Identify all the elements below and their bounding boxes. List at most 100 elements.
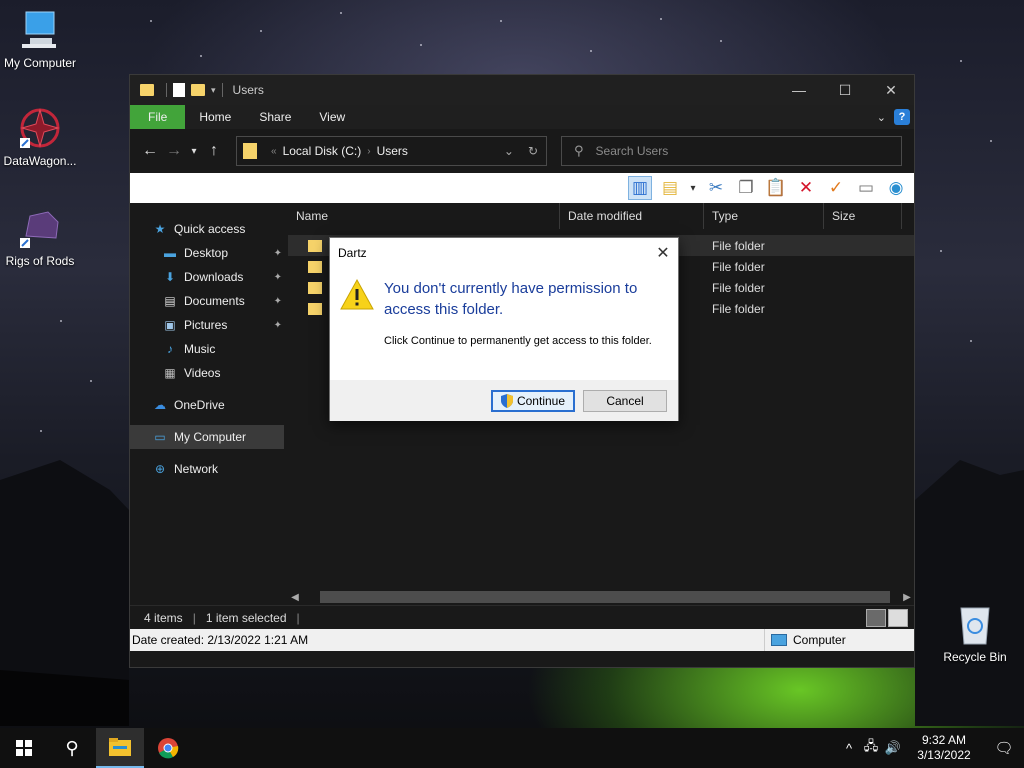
notification-icon[interactable]: 🗨 (984, 739, 1024, 757)
nav-label: OneDrive (174, 398, 225, 412)
download-icon: ⬇ (164, 270, 176, 284)
desktop-icon-recycle-bin[interactable]: Recycle Bin (935, 602, 1015, 664)
search-input[interactable]: ⚲ Search Users (561, 136, 902, 166)
desktop-icon-datawagon[interactable]: DataWagon... (0, 106, 80, 168)
taskbar-chrome[interactable] (144, 728, 192, 768)
item-type: File folder (712, 238, 765, 253)
minimize-button[interactable]: — (776, 75, 822, 105)
clock-date: 3/13/2022 (917, 748, 971, 762)
tab-file[interactable]: File (130, 105, 186, 129)
scroll-left-icon[interactable]: ◀ (288, 592, 302, 603)
nav-desktop[interactable]: ▬ Desktop ✦ (130, 241, 288, 265)
pin-icon[interactable]: ✦ (274, 296, 282, 307)
paste-icon[interactable]: 📋 (764, 176, 788, 200)
tab-share[interactable]: Share (245, 105, 305, 129)
network-icon[interactable]: 🖧 (860, 737, 882, 759)
pin-icon[interactable]: ✦ (274, 248, 282, 259)
column-type[interactable]: Type (704, 202, 824, 229)
breadcrumb-root[interactable]: Local Disk (C:) (283, 144, 362, 158)
horizontal-scrollbar[interactable]: ◀ ▶ (288, 589, 914, 605)
up-button[interactable]: ↑ (202, 142, 226, 160)
location-label: Computer (793, 633, 846, 647)
breadcrumb-current[interactable]: Users (377, 144, 408, 158)
desktop-icon-rigs-of-rods[interactable]: Rigs of Rods (0, 206, 80, 268)
quick-access-dropdown-icon[interactable]: ▾ (211, 85, 216, 96)
nav-onedrive[interactable]: ☁ OneDrive (130, 393, 288, 417)
desktop-icon-label: Recycle Bin (943, 650, 1007, 664)
properties-icon[interactable] (173, 83, 185, 97)
column-name[interactable]: Name (288, 202, 560, 229)
cut-icon[interactable]: ✂ (704, 176, 728, 200)
help-icon[interactable]: ? (894, 109, 910, 125)
folder-icon (308, 260, 322, 273)
clock-time: 9:32 AM (921, 733, 967, 747)
rename-icon[interactable]: ▭ (854, 176, 878, 200)
close-icon[interactable]: ✕ (648, 243, 678, 263)
nav-label: Music (184, 342, 216, 356)
warning-icon (340, 278, 374, 310)
forward-button[interactable]: → (162, 142, 186, 160)
toolbar: ▥ ▤ ▾ ✂ ❐ 📋 ✕ ✓ ▭ ◉ (130, 173, 914, 203)
copy-icon[interactable]: ❐ (734, 176, 758, 200)
folder-icon (308, 302, 322, 315)
permission-dialog: Dartz ✕ You don't currently have permiss… (329, 237, 679, 421)
search-button[interactable]: ⚲ (48, 728, 96, 768)
nav-pictures[interactable]: ▣ Pictures ✦ (130, 313, 288, 337)
tab-view[interactable]: View (305, 105, 359, 129)
globe-icon[interactable]: ◉ (884, 176, 908, 200)
music-icon: ♪ (167, 342, 173, 356)
dialog-title: Dartz (338, 246, 367, 260)
volume-icon[interactable]: 🔊 (882, 740, 904, 756)
nav-documents[interactable]: ▤ Documents ✦ (130, 289, 288, 313)
nav-network[interactable]: ⊕ Network (130, 457, 288, 481)
nav-downloads[interactable]: ⬇ Downloads ✦ (130, 265, 288, 289)
new-folder-icon[interactable]: ▤ (658, 176, 682, 200)
nav-my-computer[interactable]: ▭ My Computer (130, 425, 288, 449)
nav-music[interactable]: ♪ Music (130, 337, 288, 361)
column-size[interactable]: Size (824, 202, 902, 229)
delete-icon[interactable]: ✕ (794, 176, 818, 200)
pin-icon[interactable]: ✦ (274, 272, 282, 283)
cloud-icon: ☁ (154, 398, 166, 412)
refresh-icon[interactable]: ↻ (528, 144, 538, 158)
address-bar[interactable]: « Local Disk (C:) › Users ⌄ ↻ (236, 136, 547, 166)
dialog-title-bar[interactable]: Dartz ✕ (330, 238, 678, 268)
tab-home[interactable]: Home (185, 105, 245, 129)
date-created: Date created: 2/13/2022 1:21 AM (132, 633, 309, 647)
title-bar[interactable]: ▾ Users — ☐ ✕ (130, 75, 914, 105)
back-button[interactable]: ← (138, 142, 162, 160)
chevron-up-icon[interactable]: ^ (838, 741, 860, 756)
desktop-icon-label: Rigs of Rods (5, 254, 75, 268)
large-icons-view-button[interactable] (888, 608, 908, 627)
checkmark-icon[interactable]: ✓ (824, 176, 848, 200)
computer-icon (771, 634, 787, 646)
continue-button[interactable]: Continue (491, 389, 575, 412)
column-headers: Name Date modified Type Size (288, 202, 914, 229)
maximize-button[interactable]: ☐ (822, 75, 868, 105)
details-view-button[interactable] (866, 608, 886, 627)
start-button[interactable] (0, 728, 48, 768)
nav-videos[interactable]: ▦ Videos (130, 361, 288, 385)
preview-pane-icon[interactable]: ▥ (628, 176, 652, 200)
expand-ribbon-icon[interactable]: ⌄ (877, 111, 886, 124)
desktop-icon-label: DataWagon... (3, 154, 77, 168)
folder-icon (308, 239, 322, 252)
column-date-modified[interactable]: Date modified (560, 202, 704, 229)
nav-quick-access[interactable]: ★ Quick access (130, 217, 288, 241)
close-button[interactable]: ✕ (868, 75, 914, 105)
taskbar-file-explorer[interactable] (96, 728, 144, 768)
search-icon: ⚲ (65, 737, 79, 758)
address-dropdown-icon[interactable]: ⌄ (504, 144, 514, 158)
cancel-button[interactable]: Cancel (583, 389, 667, 412)
desktop-icon-my-computer[interactable]: My Computer (0, 8, 80, 70)
new-folder-icon[interactable] (191, 84, 205, 96)
recent-locations-icon[interactable]: ▾ (186, 146, 202, 157)
clock[interactable]: 9:32 AM 3/13/2022 (904, 733, 984, 763)
new-item-dropdown-icon[interactable]: ▾ (688, 176, 698, 200)
nav-label: My Computer (174, 430, 247, 444)
scrollbar-thumb[interactable] (320, 591, 890, 603)
scroll-right-icon[interactable]: ▶ (900, 592, 914, 603)
search-placeholder: Search Users (595, 144, 669, 158)
pin-icon[interactable]: ✦ (274, 320, 282, 331)
search-icon: ⚲ (574, 143, 584, 158)
